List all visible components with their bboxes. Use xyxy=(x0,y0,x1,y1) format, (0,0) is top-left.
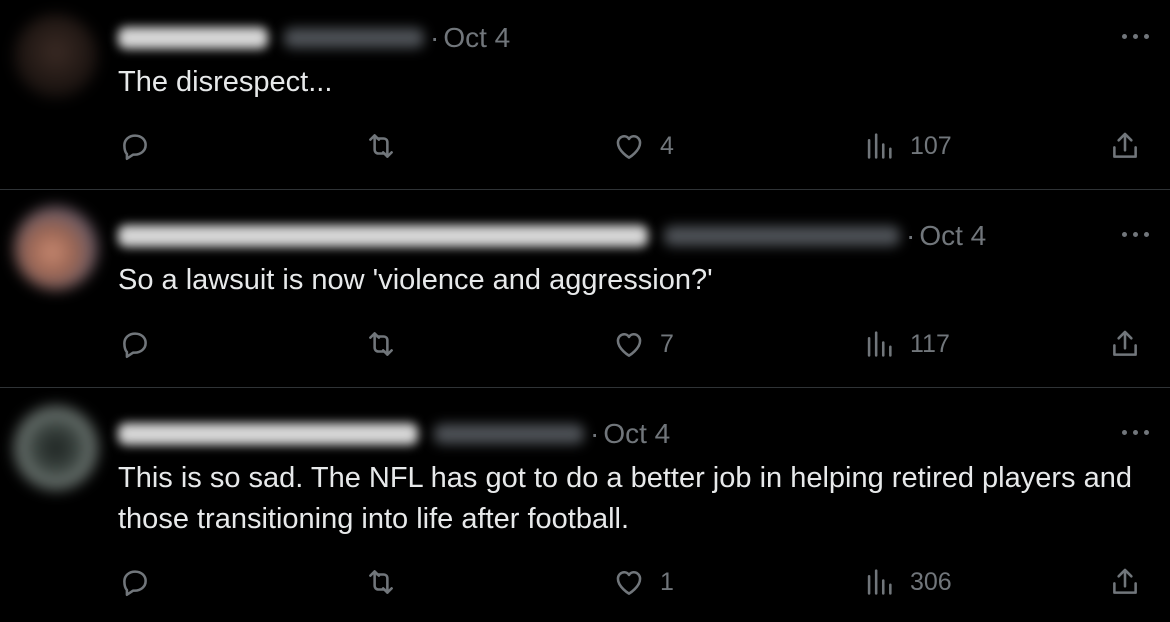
reply-icon xyxy=(123,134,147,161)
like-count: 1 xyxy=(660,567,674,596)
author-handle-blurred[interactable] xyxy=(664,226,900,246)
reply-tweet[interactable]: · Oct 4 So a lawsuit is now 'violence an… xyxy=(0,190,1170,388)
tweet-actions: 7 117 xyxy=(0,324,1170,364)
retweet-button[interactable] xyxy=(364,126,412,166)
reply-tweet[interactable]: · Oct 4 The disrespect... 4 107 xyxy=(0,0,1170,190)
share-button[interactable] xyxy=(1108,324,1142,364)
author-handle-blurred[interactable] xyxy=(284,28,424,48)
like-button[interactable]: 4 xyxy=(612,126,674,166)
author-name-blurred[interactable] xyxy=(118,423,418,445)
tweet-date[interactable]: Oct 4 xyxy=(603,418,670,450)
avatar[interactable] xyxy=(14,14,98,98)
date-separator: · xyxy=(430,22,440,53)
tweet-header: · Oct 4 xyxy=(118,218,986,254)
like-count: 7 xyxy=(660,329,674,358)
more-icon[interactable] xyxy=(1120,26,1152,46)
tweet-date[interactable]: Oct 4 xyxy=(919,220,986,252)
date-separator: · xyxy=(906,220,916,251)
avatar[interactable] xyxy=(14,406,98,490)
retweet-icon xyxy=(369,134,393,158)
retweet-button[interactable] xyxy=(364,562,412,602)
share-icon xyxy=(1113,568,1137,594)
views-icon xyxy=(867,331,892,357)
author-name-blurred[interactable] xyxy=(118,225,648,247)
tweet-header: · Oct 4 xyxy=(118,416,670,452)
heart-icon xyxy=(616,134,642,159)
avatar[interactable] xyxy=(14,206,98,290)
view-count: 306 xyxy=(910,567,952,596)
share-icon xyxy=(1113,132,1137,158)
share-icon xyxy=(1113,330,1137,356)
tweet-header: · Oct 4 xyxy=(118,20,510,56)
author-handle-blurred[interactable] xyxy=(434,424,584,444)
reply-button[interactable] xyxy=(118,324,166,364)
date-separator: · xyxy=(590,418,600,449)
tweet-date[interactable]: Oct 4 xyxy=(443,22,510,54)
like-button[interactable]: 1 xyxy=(612,562,674,602)
tweet-actions: 4 107 xyxy=(0,126,1170,166)
reply-button[interactable] xyxy=(118,126,166,166)
reply-tweet[interactable]: · Oct 4 This is so sad. The NFL has got … xyxy=(0,388,1170,622)
reply-icon xyxy=(123,332,147,359)
views-button[interactable]: 306 xyxy=(862,562,952,602)
more-icon[interactable] xyxy=(1120,422,1152,442)
retweet-icon xyxy=(369,570,393,594)
view-count: 107 xyxy=(910,131,952,160)
author-name-blurred[interactable] xyxy=(118,27,268,49)
views-icon xyxy=(867,569,892,595)
views-button[interactable]: 117 xyxy=(862,324,950,364)
views-icon xyxy=(867,133,892,159)
heart-icon xyxy=(616,570,642,595)
reply-icon xyxy=(123,570,147,597)
tweet-text: This is so sad. The NFL has got to do a … xyxy=(118,462,1132,535)
like-count: 4 xyxy=(660,131,674,160)
retweet-button[interactable] xyxy=(364,324,412,364)
retweet-icon xyxy=(369,332,393,356)
tweet-actions: 1 306 xyxy=(0,562,1170,602)
more-icon[interactable] xyxy=(1120,224,1152,244)
views-button[interactable]: 107 xyxy=(862,126,952,166)
view-count: 117 xyxy=(910,329,950,358)
tweet-text: So a lawsuit is now 'violence and aggres… xyxy=(118,264,713,296)
share-button[interactable] xyxy=(1108,562,1142,602)
like-button[interactable]: 7 xyxy=(612,324,674,364)
share-button[interactable] xyxy=(1108,126,1142,166)
reply-button[interactable] xyxy=(118,562,166,602)
heart-icon xyxy=(616,332,642,357)
tweet-text: The disrespect... xyxy=(118,66,333,98)
